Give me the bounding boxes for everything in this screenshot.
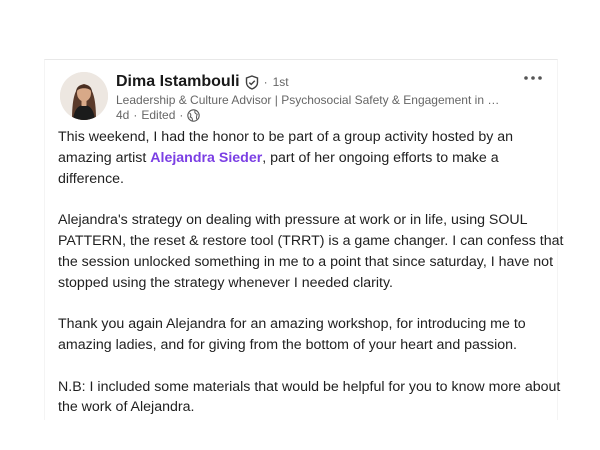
- connection-degree: 1st: [272, 75, 289, 89]
- author-name[interactable]: Dima Istambouli: [116, 73, 240, 91]
- post-body: This weekend, I had the honor to be part…: [58, 127, 564, 439]
- post-age: 4d: [116, 108, 130, 122]
- author-avatar[interactable]: [60, 72, 108, 120]
- avatar-photo: [60, 72, 108, 120]
- edited-label: Edited: [141, 108, 176, 122]
- meta-separator: ·: [133, 108, 138, 122]
- mention-link[interactable]: Alejandra Sieder: [150, 150, 262, 166]
- author-name-row: Dima Istambouli · 1st: [116, 72, 289, 92]
- globe-icon: [187, 108, 201, 122]
- more-options-button[interactable]: [519, 68, 547, 88]
- post-paragraph: Thank you again Alejandra for an amazing…: [58, 316, 526, 353]
- post-paragraph: Alejandra's strategy on dealing with pre…: [58, 212, 564, 291]
- post-meta: 4d · Edited ·: [116, 107, 201, 123]
- more-horizontal-icon: [524, 76, 542, 80]
- verified-icon: [245, 74, 259, 90]
- author-headline: Leadership & Culture Advisor | Psychosoc…: [116, 93, 504, 107]
- post-paragraph: This weekend, I had the honor to be part…: [58, 127, 564, 189]
- post-paragraph: N.B: I included some materials that woul…: [58, 378, 561, 416]
- meta-separator: ·: [179, 108, 184, 122]
- degree-separator: ·: [263, 75, 268, 89]
